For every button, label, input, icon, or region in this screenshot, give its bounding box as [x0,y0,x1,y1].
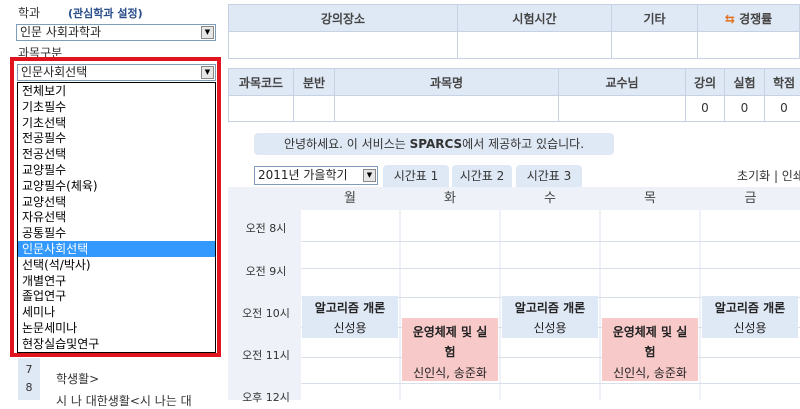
credit-value: 0 [764,95,800,122]
category-option[interactable]: 교양선택 [18,194,215,210]
category-option[interactable]: 졸업연구 [18,288,215,304]
notice-brand: SPARCS [409,137,463,151]
course-block-name: 알고리즘 개론 [714,301,786,315]
day-header-fri: 금 [744,191,757,206]
section-value [293,95,335,122]
category-option[interactable]: 기초필수 [18,99,215,115]
location-value [228,31,458,59]
list-item-text: 시 나 대한생활<시 나는 대 [56,394,192,408]
time-label: 오전 10시 [242,307,290,320]
lab-value: 0 [724,95,765,122]
category-select-value: 인문사회선택 [21,65,88,79]
header-competition: ⇆ 경쟁률 [697,4,800,32]
notice-suffix: 에서 제공하고 있습니다. [462,137,585,151]
semester-select[interactable]: 2011년 가을학기 ▼ [254,166,378,185]
toolbar-links: 초기화 | 인쇄 [737,167,800,184]
list-item-text: 학생활> [56,372,100,386]
category-option[interactable]: 논문세미나 [18,320,215,336]
dept-select-value: 인문 사회과학과 [20,25,102,39]
semester-value: 2011년 가을학기 [258,168,348,182]
category-option[interactable]: 현장실습및연구 [18,336,215,352]
dept-select[interactable]: 인문 사회과학과 ▼ [16,24,216,41]
header-course-code: 과목코드 [228,68,294,96]
category-option[interactable]: 전공필수 [18,130,215,146]
time-label: 오전 8시 [245,222,287,235]
category-options-list[interactable]: 전체보기 기초필수 기초선택 전공필수 전공선택 교양필수 교양필수(체육) 교양선택 자유선택… [17,82,216,353]
time-label: 오전 9시 [245,265,287,278]
extra-link[interactable]: | 인쇄 [774,169,800,183]
time-label: 오후 12시 [242,391,290,404]
category-option[interactable]: 전공선택 [18,146,215,162]
day-header-thu: 목 [644,191,656,206]
header-lab: 실험 [724,68,765,96]
course-block-professor: 신인식, 송준화 [613,366,687,380]
header-course-name: 과목명 [334,68,559,96]
category-option[interactable]: 공통필수 [18,225,215,241]
course-code-value [228,95,294,122]
lecture-value: 0 [685,95,725,122]
course-block-wed-algorithms[interactable]: 알고리즘 개론 신성용 [502,296,598,338]
course-block-mon-algorithms[interactable]: 알고리즘 개론 신성용 [302,296,398,338]
professor-value [558,95,686,122]
chevron-down-icon[interactable]: ▼ [201,66,214,79]
reset-link[interactable]: 초기화 [737,169,770,183]
header-location: 강의장소 [228,4,458,32]
notice-prefix: 안녕하세요. 이 서비스는 [283,137,410,151]
dept-label: 학과 [18,6,41,20]
header-exam-time: 시험시간 [457,4,612,32]
course-block-professor: 신성용 [533,321,567,335]
day-header-tue: 화 [444,191,456,206]
header-professor: 교수님 [558,68,686,96]
category-option[interactable]: 인문사회선택 [18,241,215,257]
favorite-dept-link[interactable]: (관심학과 설정) [68,5,143,21]
course-block-fri-algorithms[interactable]: 알고리즘 개론 신성용 [702,296,798,338]
tab-timetable-1[interactable]: 시간표 1 [383,165,449,187]
category-option[interactable]: 교양필수(체육) [18,178,215,194]
course-block-name: 알고리즘 개론 [514,301,586,315]
refresh-icon: ⇆ [724,12,735,26]
header-competition-label: 경쟁률 [739,12,773,26]
course-block-tue-os[interactable]: 운영체제 및 실험 신인식, 송준화 [402,318,498,381]
course-block-name: 운영체제 및 실험 [412,325,488,359]
category-option[interactable]: 세미나 [18,304,215,320]
category-option[interactable]: 기초선택 [18,115,215,131]
category-option[interactable]: 교양필수 [18,162,215,178]
tab-timetable-2[interactable]: 시간표 2 [452,165,512,187]
header-credit: 학점 [764,68,800,96]
etc-value [611,31,698,59]
course-block-professor: 신인식, 송준화 [413,366,487,380]
day-header-wed: 수 [544,191,556,206]
category-option[interactable]: 전체보기 [18,83,215,99]
chevron-down-icon[interactable]: ▼ [363,169,376,182]
header-lecture: 강의 [685,68,725,96]
course-name-value [334,95,559,122]
category-option[interactable]: 개별연구 [18,273,215,289]
course-block-professor: 신성용 [333,321,367,335]
list-item-number: 8 [18,376,40,400]
time-label: 오전 11시 [242,349,290,362]
course-block-professor: 신성용 [733,321,767,335]
competition-value [697,31,800,59]
category-option[interactable]: 자유선택 [18,209,215,225]
service-notice: 안녕하세요. 이 서비스는 SPARCS에서 제공하고 있습니다. [254,133,614,155]
chevron-down-icon[interactable]: ▼ [201,26,214,39]
header-etc: 기타 [611,4,698,32]
day-header-mon: 월 [344,191,356,206]
course-block-name: 운영체제 및 실험 [612,325,688,359]
course-block-name: 알고리즘 개론 [314,301,386,315]
header-section: 분반 [293,68,335,96]
grid-line [301,357,800,358]
category-select[interactable]: 인문사회선택 ▼ [17,64,216,81]
course-block-thu-os[interactable]: 운영체제 및 실험 신인식, 송준화 [602,318,698,381]
grid-line [301,383,800,384]
grid-line [301,268,800,269]
exam-time-value [457,31,612,59]
grid-line [301,241,800,242]
category-option[interactable]: 선택(석/박사) [18,257,215,273]
tab-timetable-3[interactable]: 시간표 3 [516,165,582,187]
